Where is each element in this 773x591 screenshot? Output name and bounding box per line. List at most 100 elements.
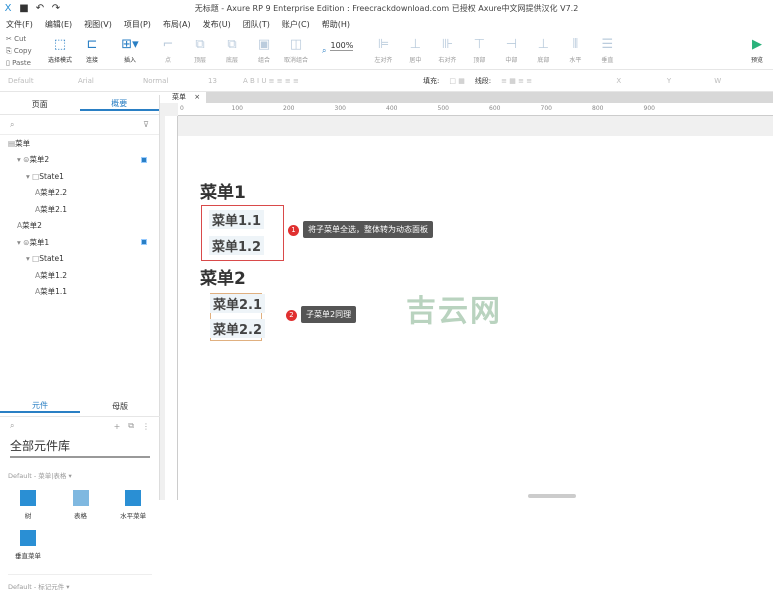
- left-panel: 页面 概要 ⌕ ⊽ ▤ 菜单 ▾ ⊜ 菜单2 ▾ □ State1 A 菜单2.2 A 菜…: [0, 95, 160, 591]
- align-middle-button[interactable]: ⊣ 中部: [495, 37, 527, 64]
- menu2-2[interactable]: 菜单2.2: [210, 319, 266, 338]
- send-bottom-button[interactable]: ⧉ 底层: [216, 37, 248, 64]
- outline-item[interactable]: A 菜单2: [0, 218, 159, 235]
- window-title: 无标题 - Axure RP 9 Enterprise Edition : Fr…: [194, 4, 579, 13]
- widget-horizontal-menu[interactable]: 水平菜单: [108, 490, 158, 520]
- ruler-tick-label: 800: [592, 105, 604, 112]
- vertical-menu-icon: [20, 530, 36, 546]
- menu-project[interactable]: 项目(P): [124, 19, 151, 30]
- paste-button[interactable]: ▯ Paste: [6, 57, 44, 69]
- zoom-select[interactable]: 100%: [330, 41, 354, 51]
- menu1-heading[interactable]: 菜单1: [200, 178, 246, 203]
- menu-view[interactable]: 视图(V): [84, 19, 112, 30]
- align-bottom-button[interactable]: ⊥ 底部: [527, 37, 559, 64]
- tab-pages[interactable]: 页面: [0, 99, 80, 110]
- more-icon[interactable]: ⋮: [142, 422, 150, 431]
- outline-item[interactable]: ▤ 菜单: [0, 135, 159, 152]
- menu-file[interactable]: 文件(F): [6, 19, 33, 30]
- canvas-area: 菜单 × 0 100 200 300 400 500 600 700 800 900 菜单1 菜单…: [160, 92, 773, 500]
- fill-color-button[interactable]: □ ▦: [449, 77, 464, 85]
- y-field[interactable]: Y: [631, 77, 671, 85]
- style-select[interactable]: Default: [8, 77, 68, 85]
- document-tab[interactable]: 菜单 ×: [160, 92, 207, 103]
- w-field[interactable]: W: [681, 77, 721, 85]
- library-select[interactable]: 全部元件库: [10, 437, 150, 458]
- bring-top-button[interactable]: ⧉ 顶层: [184, 37, 216, 64]
- copy-icon[interactable]: ⧉: [128, 421, 134, 431]
- note-badge-2: 2: [286, 310, 297, 321]
- group-header-menus[interactable]: Default - 菜单|表格 ▾: [8, 470, 152, 480]
- point-button[interactable]: ⌐ 点: [152, 37, 184, 64]
- insert-button[interactable]: ⊞▾ 插入: [108, 37, 152, 64]
- border-label: 线段:: [474, 76, 492, 85]
- ruler-tick-label: 600: [489, 105, 501, 112]
- visibility-icon[interactable]: [141, 156, 147, 163]
- menu-arrange[interactable]: 布局(A): [163, 19, 191, 30]
- add-icon[interactable]: +: [114, 422, 121, 431]
- distribute-vertical-button[interactable]: ☰ 垂直: [591, 37, 623, 64]
- watermark: 吉云网: [406, 294, 502, 329]
- connect-button[interactable]: ⊏ 连接: [76, 37, 108, 64]
- item-type-icon: ▾ □: [26, 254, 40, 264]
- group-header-markup[interactable]: Default - 标记元件 ▾: [8, 574, 152, 591]
- ruler-tick-label: 100: [231, 105, 243, 112]
- item-type-icon: ▤: [8, 138, 16, 148]
- outline-item[interactable]: ▾ ⊜ 菜单1: [0, 234, 159, 251]
- menu-publish[interactable]: 发布(U): [203, 19, 231, 30]
- outline-item[interactable]: A 菜单2.1: [0, 201, 159, 218]
- ruler-tick-label: 400: [386, 105, 398, 112]
- menu1-2[interactable]: 菜单1.2: [209, 236, 265, 255]
- menu2-1[interactable]: 菜单2.1: [210, 294, 266, 313]
- outline-item[interactable]: ▾ □ State1: [0, 251, 159, 268]
- tab-outline[interactable]: 概要: [79, 98, 159, 111]
- menu1-1[interactable]: 菜单1.1: [209, 210, 265, 229]
- align-top-button[interactable]: ⊤ 顶部: [463, 37, 495, 64]
- menu-account[interactable]: 账户(C): [282, 19, 310, 30]
- text-style-buttons[interactable]: A B I U ≡ ≡ ≡ ≡: [243, 77, 413, 85]
- visibility-icon[interactable]: [141, 239, 147, 246]
- menu-team[interactable]: 团队(T): [243, 19, 270, 30]
- ungroup-button[interactable]: ◫ 取消组合: [280, 37, 312, 64]
- widget-tree[interactable]: 树: [3, 490, 53, 520]
- distribute-horizontal-button[interactable]: ⫴ 水平: [559, 37, 591, 64]
- outline-item[interactable]: A 菜单2.2: [0, 185, 159, 202]
- tab-widgets[interactable]: 元件: [0, 400, 80, 413]
- align-left-button[interactable]: ⊫ 左对齐: [367, 37, 399, 64]
- x-field[interactable]: X: [581, 77, 621, 85]
- menu-edit[interactable]: 编辑(E): [45, 19, 72, 30]
- align-center-button[interactable]: ⊥ 居中: [399, 37, 431, 64]
- widget-vertical-menu[interactable]: 垂直菜单: [3, 530, 53, 560]
- outline-item[interactable]: ▾ ⊜ 菜单2: [0, 152, 159, 169]
- cut-button[interactable]: ✂ Cut: [6, 33, 44, 45]
- horizontal-menu-icon: [125, 490, 142, 506]
- weight-select[interactable]: Normal: [143, 77, 198, 85]
- outline-item[interactable]: A 菜单1.2: [0, 267, 159, 284]
- fill-label: 填充:: [423, 76, 440, 85]
- ruler-tick-label: 0: [180, 105, 184, 112]
- design-canvas[interactable]: 菜单1 菜单1.1 菜单1.2 1 将子菜单全选，整体转为动态面板 菜单2 菜单…: [178, 136, 773, 500]
- ruler-tick-label: 300: [334, 105, 346, 112]
- group-button[interactable]: ▣ 组合: [248, 37, 280, 64]
- outline-tree: ▤ 菜单 ▾ ⊜ 菜单2 ▾ □ State1 A 菜单2.2 A 菜单2.1 A 菜单2…: [0, 135, 159, 300]
- tab-masters[interactable]: 母版: [80, 401, 160, 412]
- tree-icon: [20, 490, 36, 506]
- border-buttons[interactable]: ≡ ▦ ≡ ≡: [501, 77, 571, 85]
- outline-item[interactable]: ▾ □ State1: [0, 168, 159, 185]
- search-icon[interactable]: ⌕: [10, 421, 14, 431]
- select-mode-button[interactable]: ⬚ 选择模式: [44, 37, 76, 64]
- filter-icon[interactable]: ⊽: [143, 120, 149, 129]
- horizontal-scrollbar[interactable]: [528, 494, 576, 498]
- copy-button[interactable]: ⎘ Copy: [6, 45, 44, 57]
- note-1: 将子菜单全选，整体转为动态面板: [303, 221, 433, 238]
- item-type-icon: ▾ ⊜: [17, 237, 30, 247]
- outline-item[interactable]: A 菜单1.1: [0, 284, 159, 301]
- align-right-button[interactable]: ⊪ 右对齐: [431, 37, 463, 64]
- font-select[interactable]: Arial: [78, 77, 133, 85]
- preview-button[interactable]: ▶ 预览: [741, 37, 773, 64]
- ruler-tick-label: 200: [283, 105, 295, 112]
- menu-help[interactable]: 帮助(H): [322, 19, 350, 30]
- widget-table[interactable]: 表格: [56, 490, 106, 520]
- size-select[interactable]: 13: [208, 77, 233, 85]
- menu2-heading[interactable]: 菜单2: [200, 264, 246, 289]
- search-icon[interactable]: ⌕: [10, 120, 14, 130]
